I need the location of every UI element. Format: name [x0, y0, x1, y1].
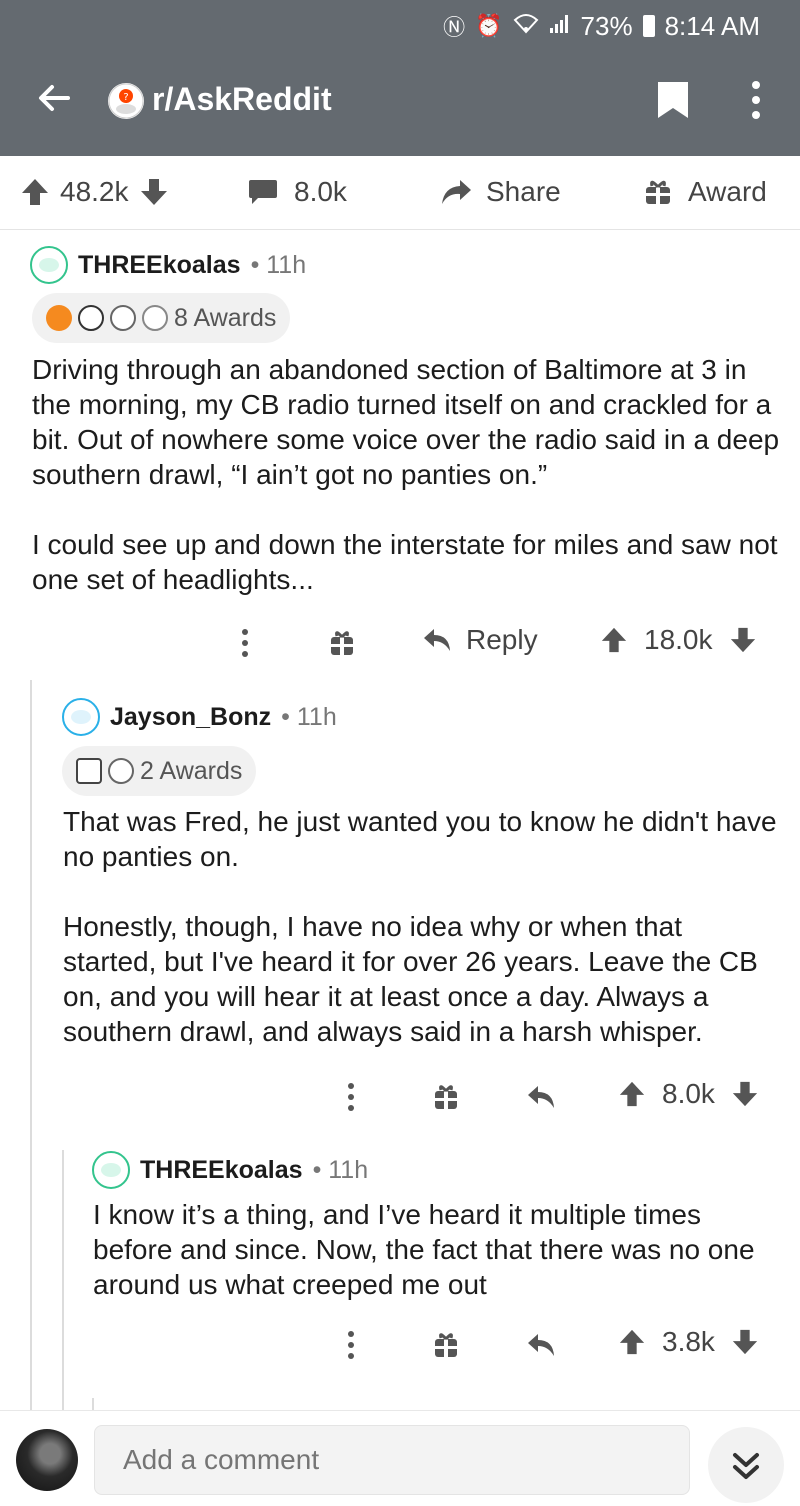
share-label: Share	[486, 176, 561, 207]
comment-age: • 11h	[250, 250, 307, 279]
wifi-icon	[513, 12, 539, 40]
awards-count: 2 Awards	[140, 756, 243, 785]
avatar[interactable]	[62, 698, 100, 736]
svg-text:?: ?	[123, 92, 128, 103]
clock: 8:14 AM	[664, 10, 760, 41]
comment-vote-group: 18.0k	[600, 624, 757, 656]
reply-icon	[424, 629, 450, 651]
award-label: Award	[688, 176, 767, 207]
downvote-icon[interactable]	[731, 1328, 759, 1356]
double-chevron-down-icon	[733, 1453, 759, 1479]
awards-count: 8 Awards	[174, 303, 277, 332]
award-icon	[46, 305, 72, 331]
comment-paragraph: That was Fred, he just wanted you to kno…	[63, 806, 777, 872]
comment-actions: 3.8k	[0, 1320, 800, 1370]
comment-icon	[249, 180, 277, 204]
comment-header: THREEkoalas • 11h	[30, 246, 306, 284]
comment-vote-group: 3.8k	[618, 1326, 759, 1358]
post-vote-group: 48.2k	[20, 176, 169, 208]
comment-score: 3.8k	[662, 1326, 715, 1357]
gift-icon	[646, 180, 670, 204]
award-icon	[78, 305, 104, 331]
comment-age: • 11h	[281, 702, 337, 731]
comment-header: THREEkoalas • 11h	[92, 1151, 368, 1189]
comment-score: 18.0k	[644, 624, 713, 655]
award-button[interactable]: Award	[644, 176, 767, 208]
avatar[interactable]	[92, 1151, 130, 1189]
comment-score: 8.0k	[662, 1078, 715, 1109]
back-arrow-icon[interactable]	[34, 78, 74, 118]
reply-label: Reply	[466, 624, 538, 655]
more-options-icon[interactable]	[346, 1330, 356, 1360]
share-icon	[442, 180, 471, 204]
thread-line[interactable]	[62, 1150, 64, 1410]
comment-body: Driving through an abandoned section of …	[32, 352, 782, 597]
comment-username[interactable]: THREEkoalas	[78, 251, 241, 280]
reply-icon[interactable]	[526, 1084, 556, 1110]
nfc-icon: Ⓝ	[443, 15, 466, 40]
comment-username[interactable]: THREEkoalas	[140, 1156, 303, 1185]
award-icon	[108, 758, 134, 784]
upvote-icon[interactable]	[618, 1080, 646, 1108]
comment-body: I know it’s a thing, and I’ve heard it m…	[93, 1197, 783, 1302]
awards-pill[interactable]: 8 Awards	[32, 293, 291, 343]
next-comment-button[interactable]	[708, 1427, 784, 1503]
award-icon	[110, 305, 136, 331]
post-score: 48.2k	[60, 176, 129, 207]
downvote-icon[interactable]	[731, 1080, 759, 1108]
more-options-icon[interactable]	[240, 628, 250, 658]
comment-actions: 8.0k	[0, 1072, 800, 1122]
comment-paragraph: I know it’s a thing, and I’ve heard it m…	[93, 1199, 755, 1300]
thread-line[interactable]	[30, 680, 32, 1410]
subreddit-title[interactable]: r/AskReddit	[152, 81, 332, 118]
alarm-icon: ⏰	[475, 13, 503, 38]
comment-paragraph: Driving through an abandoned section of …	[32, 354, 780, 490]
upvote-icon[interactable]	[600, 626, 628, 654]
more-options-icon[interactable]	[346, 1082, 356, 1112]
post-comments-button[interactable]: 8.0k	[248, 176, 347, 208]
gift-icon[interactable]	[434, 1332, 458, 1358]
bookmark-icon[interactable]	[656, 80, 690, 120]
add-comment-input[interactable]	[94, 1425, 690, 1495]
thread-line[interactable]	[92, 1398, 94, 1410]
upvote-icon[interactable]	[618, 1328, 646, 1356]
comment-username[interactable]: Jayson_Bonz	[110, 703, 271, 732]
gift-icon[interactable]	[330, 630, 354, 656]
add-comment-bar	[0, 1410, 800, 1506]
award-icon	[76, 758, 102, 784]
downvote-icon[interactable]	[729, 626, 757, 654]
comment-header: Jayson_Bonz • 11h	[62, 698, 337, 736]
comment-body: That was Fred, he just wanted you to kno…	[63, 804, 783, 1049]
signal-icon	[549, 12, 571, 40]
reply-icon[interactable]	[526, 1332, 556, 1358]
comment-age: • 11h	[312, 1155, 369, 1184]
reply-button[interactable]: Reply	[422, 624, 538, 656]
avatar[interactable]	[30, 246, 68, 284]
comment-paragraph: Honestly, though, I have no idea why or …	[63, 911, 758, 1047]
status-bar: Ⓝ ⏰ 73% 8:14 AM	[443, 8, 760, 44]
gift-icon[interactable]	[434, 1084, 458, 1110]
downvote-icon[interactable]	[139, 177, 169, 207]
award-icon	[142, 305, 168, 331]
post-action-bar: 48.2k 8.0k Share Award	[0, 156, 800, 230]
app-bar: ? r/AskReddit	[0, 66, 800, 138]
comment-vote-group: 8.0k	[618, 1078, 759, 1110]
comment-actions: Reply 18.0k	[0, 618, 800, 668]
battery-percent: 73%	[580, 10, 633, 41]
comment-paragraph: I could see up and down the interstate f…	[32, 529, 778, 595]
subreddit-icon[interactable]: ?	[108, 83, 144, 119]
more-options-icon[interactable]	[748, 80, 764, 120]
upvote-icon[interactable]	[20, 177, 50, 207]
top-bar: Ⓝ ⏰ 73% 8:14 AM ? r/AskReddit	[0, 0, 800, 156]
share-button[interactable]: Share	[440, 176, 561, 208]
battery-icon	[642, 15, 655, 37]
user-avatar[interactable]	[16, 1429, 78, 1491]
awards-pill[interactable]: 2 Awards	[62, 746, 257, 796]
post-comment-count: 8.0k	[294, 176, 347, 207]
